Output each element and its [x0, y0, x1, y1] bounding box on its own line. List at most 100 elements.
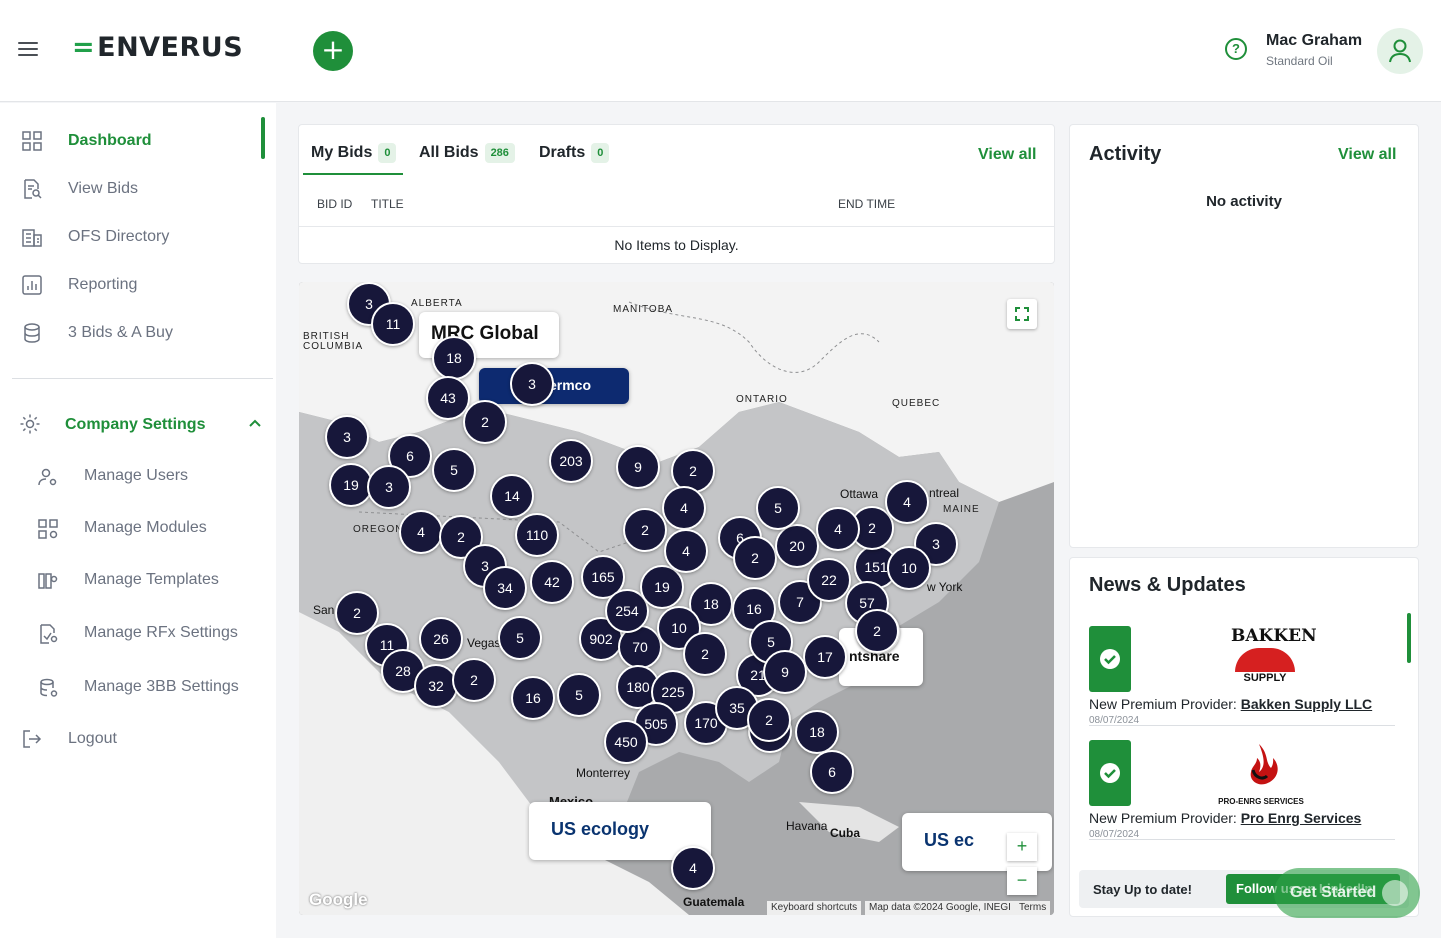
map-label-cuba: Cuba — [830, 826, 860, 840]
map-cluster-marker[interactable]: 22 — [807, 558, 851, 602]
map-cluster-marker[interactable]: 17 — [803, 635, 847, 679]
news-item[interactable]: PRO-ENRG SERVICES New Premium Provider: … — [1089, 730, 1395, 840]
provider-link[interactable]: Bakken Supply LLC — [1241, 696, 1372, 712]
map-cluster-marker[interactable]: 26 — [419, 617, 463, 661]
scrollbar[interactable] — [1407, 613, 1411, 663]
map-cluster-marker[interactable]: 5 — [498, 616, 542, 660]
promo-ermco[interactable]: ermco — [479, 368, 629, 404]
sidebar-item-manage-templates[interactable]: Manage Templates — [0, 563, 276, 599]
tab-all-bids[interactable]: All Bids 286 — [419, 143, 515, 163]
avatar[interactable] — [1377, 28, 1423, 74]
column-header-title[interactable]: TITLE — [371, 197, 404, 211]
map-cluster-marker[interactable]: 16 — [511, 676, 555, 720]
map-cluster-marker[interactable]: 11 — [371, 302, 415, 346]
map-cluster-marker[interactable]: 9 — [763, 650, 807, 694]
map-cluster-marker[interactable]: 18 — [432, 336, 476, 380]
help-icon[interactable]: ? — [1225, 38, 1247, 60]
sidebar-item-reporting[interactable]: Reporting — [0, 265, 276, 305]
sidebar-item-view-bids[interactable]: View Bids — [0, 169, 276, 209]
column-header-end-time[interactable]: END TIME — [838, 197, 895, 211]
template-icon — [38, 573, 58, 589]
map-cluster-marker[interactable]: 5 — [432, 448, 476, 492]
map-cluster-marker[interactable]: 4 — [885, 480, 929, 524]
map-cluster-marker[interactable]: 3 — [510, 362, 554, 406]
sidebar-item-3-bids-a-buy[interactable]: 3 Bids & A Buy — [0, 313, 276, 353]
map-cluster-marker[interactable]: 32 — [414, 664, 458, 708]
map-cluster-marker[interactable]: 34 — [483, 566, 527, 610]
map-cluster-marker[interactable]: 14 — [490, 474, 534, 518]
map-cluster-marker[interactable]: 5 — [756, 486, 800, 530]
rfx-settings-icon — [40, 624, 58, 644]
news-card: News & Updates BAKKEN SUPPLY New Premium… — [1069, 557, 1419, 917]
map-cluster-marker[interactable]: 20 — [775, 524, 819, 568]
sidebar-item-ofs-directory[interactable]: OFS Directory — [0, 217, 276, 257]
view-all-activity-link[interactable]: View all — [1338, 146, 1396, 164]
map-cluster-marker[interactable]: 18 — [795, 710, 839, 754]
map-label-alberta: ALBERTA — [411, 298, 463, 309]
sidebar-item-dashboard[interactable]: Dashboard — [0, 121, 276, 161]
chevron-up-icon[interactable] — [248, 418, 262, 428]
terms-link[interactable]: Terms — [1015, 901, 1051, 915]
sidebar-item-label: Manage 3BB Settings — [84, 678, 239, 695]
google-logo: Google — [309, 890, 368, 909]
activity-card: Activity View all No activity — [1069, 124, 1419, 548]
top-bar: =ENVERUS + ? Mac Graham Standard Oil — [0, 0, 1441, 102]
enverus-logo[interactable]: =ENVERUS — [72, 32, 243, 63]
map-cluster-marker[interactable]: 4 — [399, 510, 443, 554]
map-cluster-marker[interactable]: 10 — [887, 546, 931, 590]
map-cluster-marker[interactable]: 203 — [549, 439, 593, 483]
fullscreen-button[interactable] — [1007, 299, 1037, 329]
map-cluster-marker[interactable]: 3 — [367, 465, 411, 509]
provider-map[interactable]: ALBERTA MANITOBA BRITISH COLUMBIA ONTARI… — [299, 282, 1054, 915]
zoom-in-button[interactable]: + — [1007, 833, 1037, 861]
modules-icon — [38, 519, 58, 539]
building-icon — [22, 229, 42, 247]
logout-icon — [23, 730, 42, 748]
keyboard-shortcuts-link[interactable]: Keyboard shortcuts — [767, 901, 862, 915]
get-started-button[interactable]: Get Started — [1274, 868, 1420, 918]
map-cluster-marker[interactable]: 9 — [616, 445, 660, 489]
view-all-bids-link[interactable]: View all — [978, 146, 1036, 164]
map-label-ontario: ONTARIO — [736, 394, 788, 405]
news-item[interactable]: BAKKEN SUPPLY New Premium Provider: Bakk… — [1089, 616, 1395, 726]
map-label-manitoba: MANITOBA — [613, 304, 674, 315]
map-cluster-marker[interactable]: 42 — [530, 560, 574, 604]
map-city-san: San — [313, 603, 335, 617]
sidebar-item-manage-modules[interactable]: Manage Modules — [0, 511, 276, 547]
tab-my-bids[interactable]: My Bids 0 — [311, 143, 397, 163]
map-cluster-marker[interactable]: 5 — [557, 673, 601, 717]
stay-updated-label: Stay Up to date! — [1093, 882, 1192, 897]
map-cluster-marker[interactable]: 2 — [683, 632, 727, 676]
map-cluster-marker[interactable]: 2 — [855, 609, 899, 653]
database-icon — [24, 323, 40, 343]
map-cluster-marker[interactable]: 4 — [662, 486, 706, 530]
tab-drafts[interactable]: Drafts 0 — [539, 143, 610, 163]
sidebar-item-manage-rfx-settings[interactable]: Manage RFx Settings — [0, 616, 276, 652]
user-name[interactable]: Mac Graham — [1266, 32, 1362, 50]
map-cluster-marker[interactable]: 4 — [816, 507, 860, 551]
add-button[interactable]: + — [313, 31, 353, 71]
map-cluster-marker[interactable]: 2 — [733, 536, 777, 580]
map-cluster-marker[interactable]: 2 — [623, 508, 667, 552]
provider-link[interactable]: Pro Enrg Services — [1241, 810, 1362, 826]
sidebar-item-manage-3bb-settings[interactable]: Manage 3BB Settings — [0, 670, 276, 706]
map-cluster-marker[interactable]: 6 — [810, 750, 854, 794]
verified-badge — [1089, 740, 1131, 806]
map-cluster-marker[interactable]: 2 — [463, 400, 507, 444]
map-cluster-marker[interactable]: 450 — [604, 720, 648, 764]
map-cluster-marker[interactable]: 2 — [747, 698, 791, 742]
count-badge: 0 — [591, 143, 610, 163]
map-cluster-marker[interactable]: 110 — [515, 513, 559, 557]
map-cluster-marker[interactable]: 3 — [325, 415, 369, 459]
menu-icon[interactable] — [18, 42, 38, 58]
map-cluster-marker[interactable]: 2 — [452, 658, 496, 702]
sidebar-item-logout[interactable]: Logout — [0, 719, 276, 759]
map-cluster-marker[interactable]: 4 — [664, 529, 708, 573]
column-header-bid-id[interactable]: BID ID — [317, 197, 352, 211]
zoom-out-button[interactable]: − — [1007, 867, 1037, 895]
pro-enrg-logo: PRO-ENRG SERVICES — [1209, 740, 1313, 806]
map-label-quebec: QUEBEC — [892, 398, 941, 409]
map-cluster-marker[interactable]: 4 — [671, 846, 715, 890]
sidebar-item-company-settings[interactable]: Company Settings — [0, 408, 276, 444]
sidebar-item-manage-users[interactable]: Manage Users — [0, 459, 276, 495]
